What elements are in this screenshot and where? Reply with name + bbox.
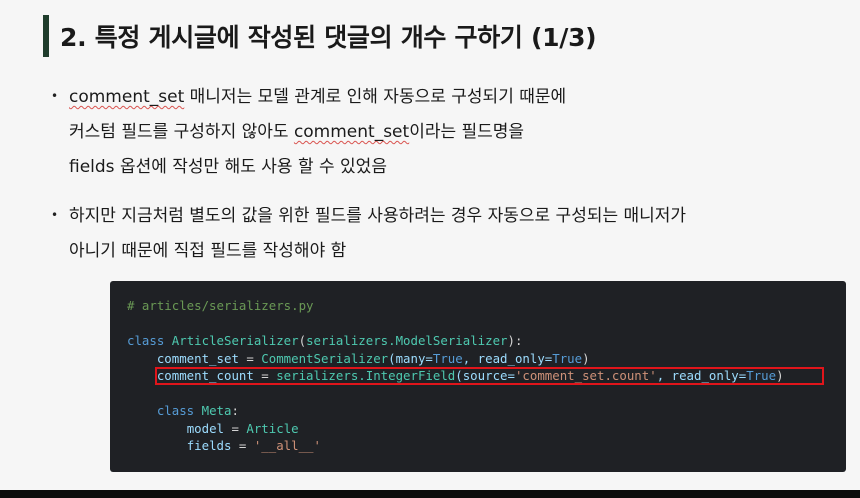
code-line-comment-set: comment_set = CommentSerializer(many=Tru… (127, 350, 784, 368)
code-keyword: True (552, 350, 583, 366)
bullet-text: 하지만 지금처럼 별도의 값을 위한 필드를 사용하려는 경우 자동으로 구성되… (69, 206, 687, 226)
bullet-line: fields 옵션에 작성만 해도 사용 할 수 있었음 (69, 150, 848, 185)
bullet-line: 커스텀 필드를 구성하지 않아도 comment_set이라는 필드명을 (69, 115, 848, 150)
code-args: (many= (388, 350, 433, 366)
code-string: '__all__' (253, 438, 321, 453)
code-line-model: model = Article (127, 420, 784, 438)
slide: 2. 특정 게시글에 작성된 댓글의 개수 구하기 (1/3) • commen… (0, 0, 860, 490)
code-identifier: comment_set (156, 350, 239, 366)
code-args: , read_only= (462, 350, 553, 366)
code-comment: # articles/serializers.py (127, 298, 314, 313)
code-op: = (231, 438, 254, 453)
code-class-name: ArticleSerializer (171, 333, 299, 348)
code-punct: ): (507, 333, 523, 348)
code-base-class: serializers.ModelSerializer (306, 333, 508, 348)
bottom-bar (0, 490, 860, 498)
code-class-name: Article (246, 420, 299, 436)
code-term: comment_set (293, 122, 410, 142)
code-op: = (238, 350, 262, 366)
bullet-text: 아니기 때문에 직접 필드를 작성해야 함 (69, 241, 347, 261)
page-title: 2. 특정 게시글에 작성된 댓글의 개수 구하기 (1/3) (60, 23, 597, 52)
title-accent-bar (43, 15, 49, 57)
code-class-name: Meta (201, 403, 232, 418)
code-line-meta: class Meta: (127, 402, 784, 420)
code-term: comment_set (69, 87, 185, 107)
code-punct: : (231, 403, 239, 418)
bullet-dot-icon: • (51, 208, 59, 222)
code-punct: ) (582, 350, 590, 366)
code-keyword: class (156, 403, 195, 418)
code-line-comment: # articles/serializers.py (127, 297, 784, 315)
bullet-list: • comment_set 매니저는 모델 관계로 인해 자동으로 구성되기 때… (48, 80, 848, 283)
bullet-text: 이라는 필드명을 (409, 122, 525, 142)
highlight-box (155, 367, 824, 385)
bullet-text: 커스텀 필드를 구성하지 않아도 (69, 122, 294, 142)
bullet-text: fields 옵션에 작성만 해도 사용 할 수 있었음 (69, 157, 387, 177)
bullet-line: comment_set 매니저는 모델 관계로 인해 자동으로 구성되기 때문에 (69, 80, 848, 115)
bullet-dot-icon: • (51, 89, 59, 103)
code-keyword: True (432, 350, 463, 366)
bullet-line: 아니기 때문에 직접 필드를 작성해야 함 (69, 234, 848, 269)
bullet-item: • comment_set 매니저는 모델 관계로 인해 자동으로 구성되기 때… (48, 80, 848, 185)
code-line-fields: fields = '__all__' (127, 437, 784, 455)
code-punct: ( (298, 333, 307, 348)
bullet-text: 매니저는 모델 관계로 인해 자동으로 구성되기 때문에 (184, 87, 567, 107)
bullet-line: 하지만 지금처럼 별도의 값을 위한 필드를 사용하려는 경우 자동으로 구성되… (69, 199, 848, 234)
code-identifier: model (186, 420, 224, 436)
code-op: = (224, 420, 247, 436)
bullet-item: • 하지만 지금처럼 별도의 값을 위한 필드를 사용하려는 경우 자동으로 구… (48, 199, 848, 269)
code-block: # articles/serializers.py class ArticleSe… (110, 281, 846, 472)
code-call: CommentSerializer (261, 350, 389, 366)
code-identifier: fields (186, 438, 232, 453)
code-keyword: class (127, 333, 165, 348)
code-line-class: class ArticleSerializer(serializers.Mode… (127, 332, 784, 350)
